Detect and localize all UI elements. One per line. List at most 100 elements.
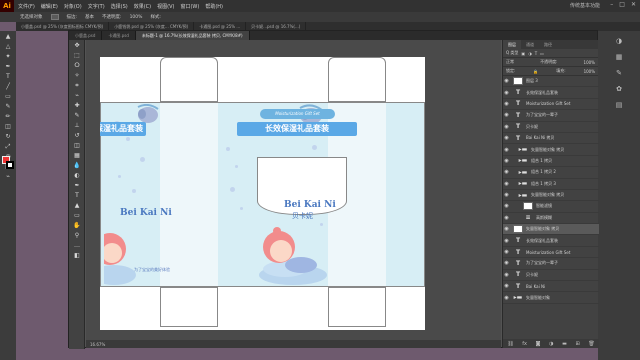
history-brush-icon[interactable]: ↺ xyxy=(71,131,83,140)
menu-select[interactable]: 选择(S) xyxy=(111,3,128,10)
eyedropper-icon[interactable]: ⌁ xyxy=(3,172,13,181)
brush-tool-icon[interactable]: ✎ xyxy=(3,102,13,111)
fill-swatch[interactable] xyxy=(50,14,59,20)
visibility-eye-icon[interactable]: ◉ xyxy=(503,90,510,96)
tab-layers[interactable]: 图层 xyxy=(503,40,521,49)
maximize-icon[interactable]: □ xyxy=(619,1,625,8)
color-panel-icon[interactable]: ◑ xyxy=(614,37,624,47)
filter-text-icon[interactable]: T xyxy=(535,51,537,56)
menu-window[interactable]: 窗口(W) xyxy=(180,3,199,10)
pen-tool-icon[interactable]: ✒ xyxy=(71,181,83,190)
mask-icon[interactable]: ◙ xyxy=(536,341,541,347)
visibility-eye-icon[interactable]: ◉ xyxy=(503,283,510,289)
path-select-icon[interactable]: ▲ xyxy=(71,201,83,210)
pen-tool-icon[interactable]: ✒ xyxy=(3,62,13,71)
pencil-tool-icon[interactable]: ✏ xyxy=(3,112,13,121)
layer-row[interactable]: ◉ T Moisturization Gift Set xyxy=(503,99,599,111)
opacity-value[interactable]: 100% xyxy=(130,15,143,20)
brush-tool-icon[interactable]: ✎ xyxy=(71,111,83,120)
eraser-tool-icon[interactable]: ◫ xyxy=(3,122,13,131)
rectangle-tool-icon[interactable]: ▭ xyxy=(3,92,13,101)
move-tool-icon[interactable]: ✥ xyxy=(71,41,83,50)
layer-filter-kind[interactable]: Q 类型 xyxy=(506,50,518,56)
fill-stroke-swatches[interactable] xyxy=(2,156,14,170)
new-layer-icon[interactable]: ⊞ xyxy=(576,341,580,347)
layer-row[interactable]: ◉ 矢量智能对象 拷贝 xyxy=(503,224,599,236)
filter-adjust-icon[interactable]: ◑ xyxy=(528,51,532,56)
visibility-eye-icon[interactable]: ◉ xyxy=(503,112,510,118)
visibility-eye-icon[interactable]: ◉ xyxy=(503,181,510,187)
visibility-eye-icon[interactable]: ◉ xyxy=(503,203,510,209)
menu-edit[interactable]: 编辑(E) xyxy=(41,3,58,10)
type-tool-icon[interactable]: T xyxy=(71,191,83,200)
close-icon[interactable]: ✕ xyxy=(631,1,636,8)
ps-canvas-area[interactable]: Moisturization Gift Set 长效保湿礼品套装 长效保湿礼品套… xyxy=(86,40,501,340)
eraser-tool-icon[interactable]: ◫ xyxy=(71,141,83,150)
type-tool-icon[interactable]: T xyxy=(3,72,13,81)
dodge-tool-icon[interactable]: ◐ xyxy=(71,171,83,180)
hand-tool-icon[interactable]: ✋ xyxy=(71,221,83,230)
lock-icon[interactable]: 🔒 xyxy=(533,69,538,74)
stroke-color[interactable] xyxy=(6,161,14,169)
visibility-eye-icon[interactable]: ◉ xyxy=(503,78,510,84)
visibility-eye-icon[interactable]: ◉ xyxy=(503,135,510,141)
layer-row[interactable]: ◉ ▸▬ 组合 1 拷贝 3 xyxy=(503,179,599,190)
layers-panel-icon[interactable]: ▤ xyxy=(614,101,624,111)
visibility-eye-icon[interactable]: ◉ xyxy=(503,226,510,232)
packaging-artboard[interactable]: Moisturization Gift Set 长效保湿礼品套装 长效保湿礼品套… xyxy=(100,57,425,330)
stamp-tool-icon[interactable]: ⊥ xyxy=(71,121,83,130)
tab-paths[interactable]: 路径 xyxy=(539,40,557,49)
gradient-tool-icon[interactable]: ▦ xyxy=(71,151,83,160)
layer-row[interactable]: ◉ T 为了宝宝的一辈子 xyxy=(503,110,599,122)
tab-channels[interactable]: 通道 xyxy=(521,40,539,49)
layer-row[interactable]: ◉ T 贝卡妮 xyxy=(503,122,599,133)
workspace-switcher[interactable]: 传统基本功能 xyxy=(570,2,600,9)
menu-view[interactable]: 视图(V) xyxy=(157,3,174,10)
layer-row[interactable]: ◉ T Bai Kai Ni xyxy=(503,281,599,293)
layer-filter[interactable]: Q 类型 ▣ ◑ T ▭ xyxy=(503,49,598,58)
layer-row[interactable]: ◉ T 长效保湿礼品套装 xyxy=(503,87,599,99)
filter-pixel-icon[interactable]: ▣ xyxy=(521,51,525,56)
visibility-eye-icon[interactable]: ◉ xyxy=(503,272,510,278)
selection-tool-icon[interactable]: ▲ xyxy=(3,32,13,41)
visibility-eye-icon[interactable]: ◉ xyxy=(503,260,510,266)
link-icon[interactable]: ⛓ xyxy=(507,341,513,347)
visibility-eye-icon[interactable]: ◉ xyxy=(503,238,510,244)
layer-row[interactable]: ◉ ▸▬ 矢量智能对象 拷贝 xyxy=(503,190,599,202)
visibility-eye-icon[interactable]: ◉ xyxy=(503,215,510,221)
eyedropper-icon[interactable]: ⌁ xyxy=(71,91,83,100)
adjustment-icon[interactable]: ◑ xyxy=(549,341,553,347)
menu-file[interactable]: 文件(F) xyxy=(18,3,35,10)
lasso-tool-icon[interactable]: ⵔ xyxy=(71,61,83,70)
color-swatches-icon[interactable]: ◧ xyxy=(71,251,83,260)
scale-tool-icon[interactable]: ⤢ xyxy=(3,142,13,151)
line-tool-icon[interactable]: ╱ xyxy=(3,82,13,91)
visibility-eye-icon[interactable]: ◉ xyxy=(503,158,510,164)
symbols-panel-icon[interactable]: ✿ xyxy=(614,85,624,95)
brush-panel-icon[interactable]: ✎ xyxy=(614,69,624,79)
menu-type[interactable]: 文字(T) xyxy=(88,3,105,10)
layer-row[interactable]: ◉ T 为了宝宝的一辈子 xyxy=(503,258,599,270)
layer-row[interactable]: ◉ ▸▬ 组合 1 拷贝 2 xyxy=(503,167,599,179)
blend-mode-select[interactable]: 正常 xyxy=(506,59,514,65)
quick-select-icon[interactable]: ✧ xyxy=(71,71,83,80)
healing-brush-icon[interactable]: ✚ xyxy=(71,101,83,110)
layer-row[interactable]: ◉ T 贝卡妮 xyxy=(503,270,599,282)
swatches-panel-icon[interactable]: ▦ xyxy=(614,53,624,63)
shape-tool-icon[interactable]: ▭ xyxy=(71,211,83,220)
visibility-eye-icon[interactable]: ◉ xyxy=(503,124,510,130)
ps-tab-active[interactable]: 未标题-1 @ 16.7%(长效保湿礼品套装 拷贝, CMYK/8#) xyxy=(135,31,250,40)
crop-tool-icon[interactable]: ⌗ xyxy=(71,81,83,90)
visibility-eye-icon[interactable]: ◉ xyxy=(503,249,510,255)
layer-row[interactable]: ◉ 智能滤镜 xyxy=(503,201,599,213)
menu-effect[interactable]: 效果(C) xyxy=(134,3,151,10)
layer-row[interactable]: ◉ T Moisturization Gift Set xyxy=(503,247,599,259)
layer-row[interactable]: ◉ ▸▬ 矢量智能对象 拷贝 xyxy=(503,144,599,156)
zoom-tool-icon[interactable]: ⚲ xyxy=(71,231,83,240)
direct-select-icon[interactable]: △ xyxy=(3,42,13,51)
layer-row[interactable]: ◉ 图层 3 xyxy=(503,76,599,88)
trash-icon[interactable]: 🗑 xyxy=(588,341,594,347)
ps-tab[interactable]: 小鹿盖.psd xyxy=(69,31,103,40)
ps-zoom-status[interactable]: 16.67% xyxy=(86,340,501,348)
visibility-eye-icon[interactable]: ◉ xyxy=(503,169,510,175)
